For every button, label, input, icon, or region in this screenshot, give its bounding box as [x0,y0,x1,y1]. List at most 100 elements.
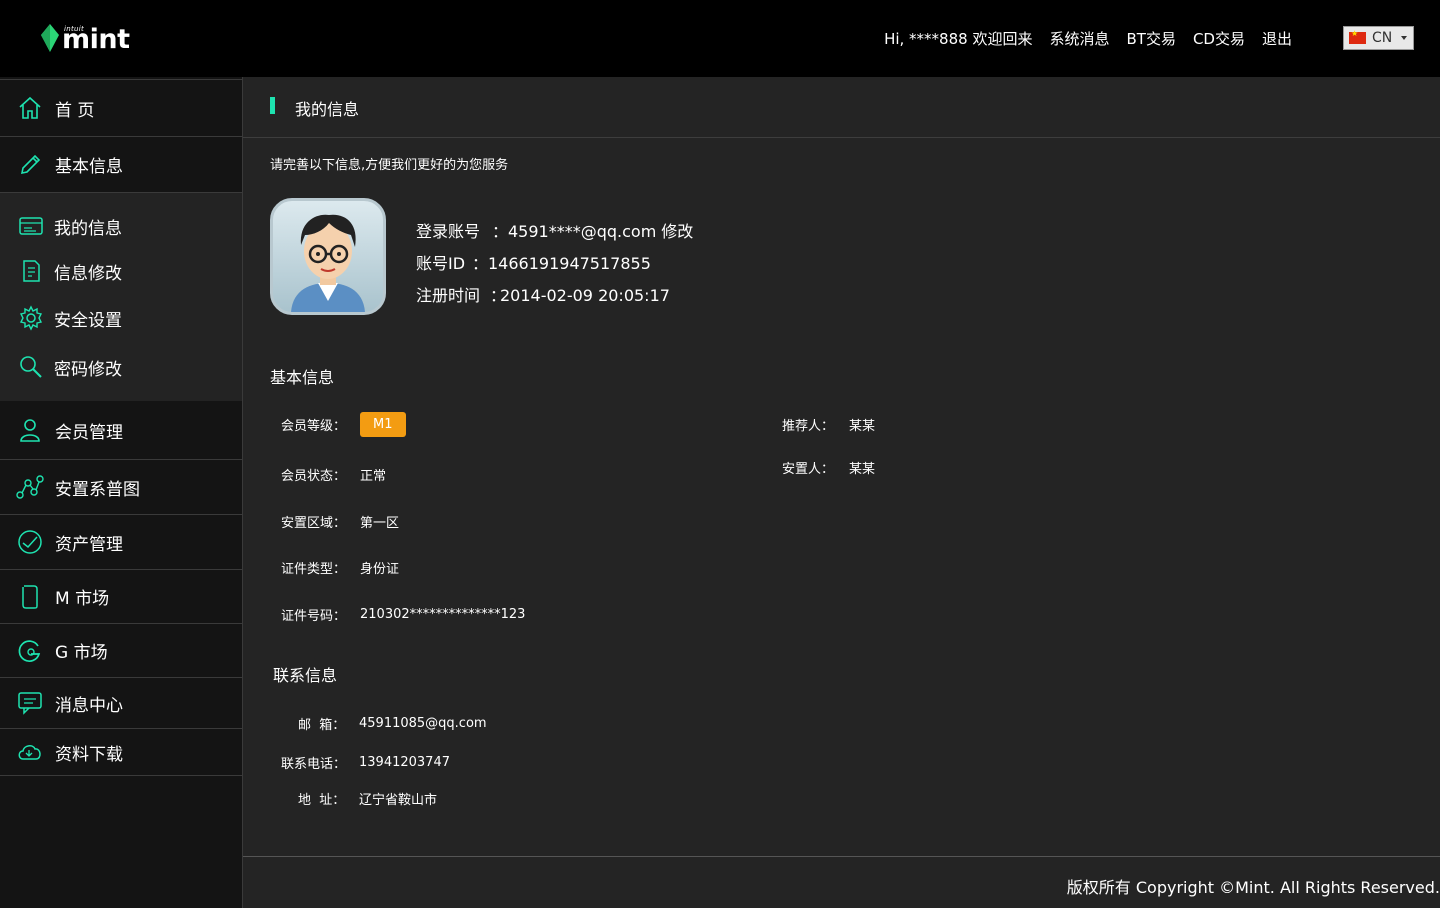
nav-system-messages[interactable]: 系统消息 [1049,28,1109,49]
sidebar-subitem-security[interactable]: 安全设置 [0,298,242,338]
member-level-label: 会员等级： [281,419,347,434]
member-status-value: 正常 [360,469,387,484]
account-id-label: 账号ID [416,254,466,273]
pencil-icon [16,151,44,179]
referrer-value: 某某 [849,419,876,434]
id-type-label: 证件类型： [281,562,347,577]
id-card-icon [17,212,45,240]
top-header: intuit mint Hi, ****888 欢迎回来 系统消息 BT交易 C… [0,0,1440,77]
sidebar-label-placement-map: 安置系普图 [55,479,140,500]
member-level-badge: M1 [360,412,406,437]
sidebar-item-placement-map[interactable]: 安置系普图 [0,460,242,515]
account-id-sep: ： [472,254,489,273]
gear-icon [17,304,45,332]
title-accent-bar [270,97,275,114]
caret-down-icon [1401,36,1408,40]
placement-area-value: 第一区 [360,516,400,531]
phone-field: 联系电话： 13941203747 [281,753,450,772]
leaf-icon [41,24,59,52]
nav-cd-trade[interactable]: CD交易 [1193,28,1245,49]
china-flag-icon [1349,29,1366,44]
sidebar-label-message-center: 消息中心 [55,695,123,716]
sidebar-item-g-market[interactable]: G 市场 [0,624,242,678]
register-time-label: 注册时间 [416,286,481,305]
email-value: 45911085@qq.com [359,716,487,731]
member-status-label: 会员状态： [281,469,347,484]
sidebar-label-home: 首 页 [55,100,95,121]
sidebar-label-edit-info: 信息修改 [54,263,122,284]
top-nav: Hi, ****888 欢迎回来 系统消息 BT交易 CD交易 退出 [884,28,1292,49]
member-status-field: 会员状态： 正常 [281,465,386,484]
avatar-illustration [291,214,365,312]
contact-info-heading: 联系信息 [273,666,338,685]
id-number-value: 210302**************123 [360,607,526,622]
sidebar-item-assets[interactable]: 资产管理 [0,515,242,570]
phone-value: 13941203747 [359,755,450,770]
basic-info-heading: 基本信息 [270,368,335,387]
sidebar-label-my-info: 我的信息 [54,218,122,239]
register-time-value: 2014-02-09 20:05:17 [500,286,670,305]
sidebar-item-message-center[interactable]: 消息中心 [0,678,242,729]
clock-icon [16,528,44,556]
address-label: 地 址： [298,793,346,808]
account-id-value: 1466191947517855 [488,254,651,273]
sidebar-item-m-market[interactable]: M 市场 [0,570,242,624]
placement-area-label: 安置区域： [281,516,347,531]
address-field: 地 址： 辽宁省鞍山市 [281,789,437,808]
login-account-value: 4591****@qq.com [508,222,657,241]
register-time-row: 注册时间 ： 2014-02-09 20:05:17 [416,280,693,312]
main-content: 我的信息 请完善以下信息,方便我们更好的为您服务 登录账号 ： 4591****… [243,77,1440,908]
logo-text: mint [62,24,130,55]
mint-logo[interactable]: intuit mint [40,22,130,56]
sidebar-label-security: 安全设置 [54,310,122,331]
cloud-download-icon [16,738,44,766]
phone-label: 联系电话： [281,757,347,772]
page-title: 我的信息 [295,100,360,119]
sidebar-label-downloads: 资料下载 [55,744,123,765]
page-header: 我的信息 [243,77,1440,138]
email-field: 邮 箱： 45911085@qq.com [281,714,487,733]
email-label: 邮 箱： [298,718,346,733]
home-icon [16,94,44,122]
sidebar-label-member: 会员管理 [55,422,123,443]
chat-icon [16,689,44,717]
language-label: CN [1372,30,1393,46]
sidebar-label-g-market: G 市场 [55,643,108,663]
network-icon [16,473,44,501]
sidebar-subitem-edit-info[interactable]: 信息修改 [0,251,242,291]
phone-icon [16,583,44,611]
user-icon [16,416,44,444]
footer: 版权所有 Copyright ©Mint. All Rights Reserve… [243,856,1440,908]
avatar[interactable] [270,198,386,315]
address-value: 辽宁省鞍山市 [359,793,438,808]
sidebar-subitem-password[interactable]: 密码修改 [0,347,242,387]
login-account-sep: ： [492,222,509,241]
login-account-label: 登录账号 [416,222,481,241]
referrer-field: 推荐人： 某某 [782,415,875,434]
sidebar-item-home[interactable]: 首 页 [0,79,242,137]
nav-bt-trade[interactable]: BT交易 [1126,28,1175,49]
language-select[interactable]: CN [1343,26,1414,50]
sidebar-subitem-my-info[interactable]: 我的信息 [0,206,242,246]
referrer-label: 推荐人： [782,419,835,434]
sidebar-label-password: 密码修改 [54,359,122,380]
sidebar-subpanel: 我的信息 信息修改 安全设置 密码修改 [0,193,242,401]
sidebar-label-basic-info: 基本信息 [55,157,123,177]
register-time-sep: ： [490,286,507,305]
sidebar-item-downloads[interactable]: 资料下载 [0,729,242,776]
sidebar-item-member[interactable]: 会员管理 [0,401,242,460]
id-number-label: 证件号码： [281,609,347,624]
g-circle-icon [16,637,44,665]
id-number-field: 证件号码： 210302**************123 [281,605,525,624]
placer-label: 安置人： [782,462,835,477]
sidebar: 首 页 基本信息 我的信息 信息修改 安全设置 密码修改 会员管理 安置系普图 … [0,77,243,908]
nav-logout[interactable]: 退出 [1262,28,1292,49]
placer-value: 某某 [849,462,876,477]
account-summary: 登录账号 ： 4591****@qq.com 修改 账号ID ： 1466191… [416,216,693,312]
search-icon [17,353,45,381]
edit-login-link[interactable]: 修改 [661,216,693,248]
login-account-row: 登录账号 ： 4591****@qq.com 修改 [416,216,693,248]
copyright-text: 版权所有 Copyright ©Mint. All Rights Reserve… [1066,878,1440,897]
sidebar-item-basic-info[interactable]: 基本信息 [0,137,242,193]
notice-text: 请完善以下信息,方便我们更好的为您服务 [270,158,509,173]
